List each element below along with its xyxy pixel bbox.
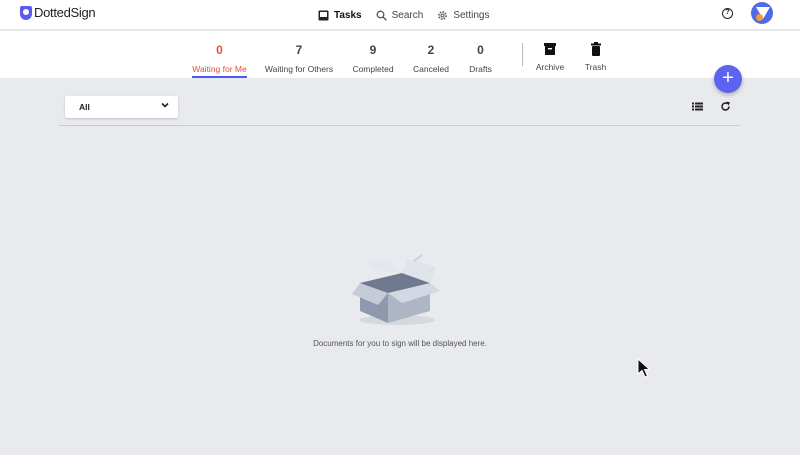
empty-state-message: Documents for you to sign will be displa… bbox=[313, 339, 487, 348]
tab-label: Drafts bbox=[469, 64, 492, 74]
app-logo[interactable]: DottedSign bbox=[20, 5, 96, 20]
inbox-icon bbox=[318, 10, 329, 21]
archive-icon bbox=[544, 43, 556, 55]
tab-label: Canceled bbox=[413, 64, 449, 74]
tab-waiting-for-others[interactable]: 7 Waiting for Others bbox=[264, 31, 334, 77]
plus-icon: + bbox=[722, 67, 734, 89]
tab-count: 7 bbox=[295, 43, 303, 57]
active-tab-indicator bbox=[192, 76, 247, 78]
gear-icon bbox=[437, 10, 448, 21]
tab-drafts[interactable]: 0 Drafts bbox=[466, 31, 495, 77]
tab-label: Archive bbox=[535, 62, 565, 72]
tab-count: 2 bbox=[427, 43, 435, 57]
logo-mark-icon bbox=[20, 5, 32, 20]
status-tabs-bar: 0 Waiting for Me 7 Waiting for Others 9 … bbox=[0, 31, 800, 78]
tab-count: 9 bbox=[369, 43, 377, 57]
nav-tasks-label: Tasks bbox=[334, 9, 362, 21]
help-circle-icon[interactable]: ? bbox=[722, 8, 733, 19]
tab-canceled[interactable]: 2 Canceled bbox=[412, 31, 450, 77]
nav-settings-label: Settings bbox=[453, 9, 490, 21]
chevron-down-icon bbox=[161, 102, 169, 108]
tab-archive[interactable]: Archive bbox=[534, 31, 566, 77]
nav-tasks[interactable]: Tasks bbox=[318, 10, 362, 21]
main-nav: Tasks Search Settings bbox=[318, 0, 489, 30]
tab-label: Waiting for Me bbox=[192, 64, 247, 74]
tabs-divider bbox=[522, 43, 523, 66]
tab-label: Waiting for Others bbox=[264, 64, 334, 74]
top-bar: DottedSign Tasks Search Settings ? bbox=[0, 0, 800, 30]
tab-label: Completed bbox=[352, 64, 394, 74]
new-document-button[interactable]: + bbox=[714, 65, 742, 93]
tab-count: 0 bbox=[216, 43, 223, 57]
tab-completed[interactable]: 9 Completed bbox=[351, 31, 395, 77]
list-divider bbox=[59, 125, 740, 126]
empty-box-illustration bbox=[352, 254, 440, 325]
trash-icon bbox=[590, 42, 601, 56]
tab-waiting-for-me[interactable]: 0 Waiting for Me bbox=[192, 31, 247, 78]
tab-label: Trash bbox=[584, 62, 607, 72]
nav-settings[interactable]: Settings bbox=[437, 10, 489, 21]
list-view-icon[interactable] bbox=[692, 101, 703, 112]
nav-search-label: Search bbox=[391, 9, 424, 21]
search-icon bbox=[376, 10, 387, 21]
refresh-icon[interactable] bbox=[720, 101, 731, 112]
tab-count: 0 bbox=[477, 43, 484, 57]
user-avatar[interactable] bbox=[751, 2, 773, 24]
tab-trash[interactable]: Trash bbox=[583, 31, 608, 77]
logo-text: DottedSign bbox=[34, 5, 96, 20]
mouse-cursor-icon bbox=[637, 358, 651, 378]
filter-select[interactable]: All bbox=[65, 96, 178, 118]
filter-value: All bbox=[79, 102, 90, 112]
nav-search[interactable]: Search bbox=[376, 9, 424, 21]
